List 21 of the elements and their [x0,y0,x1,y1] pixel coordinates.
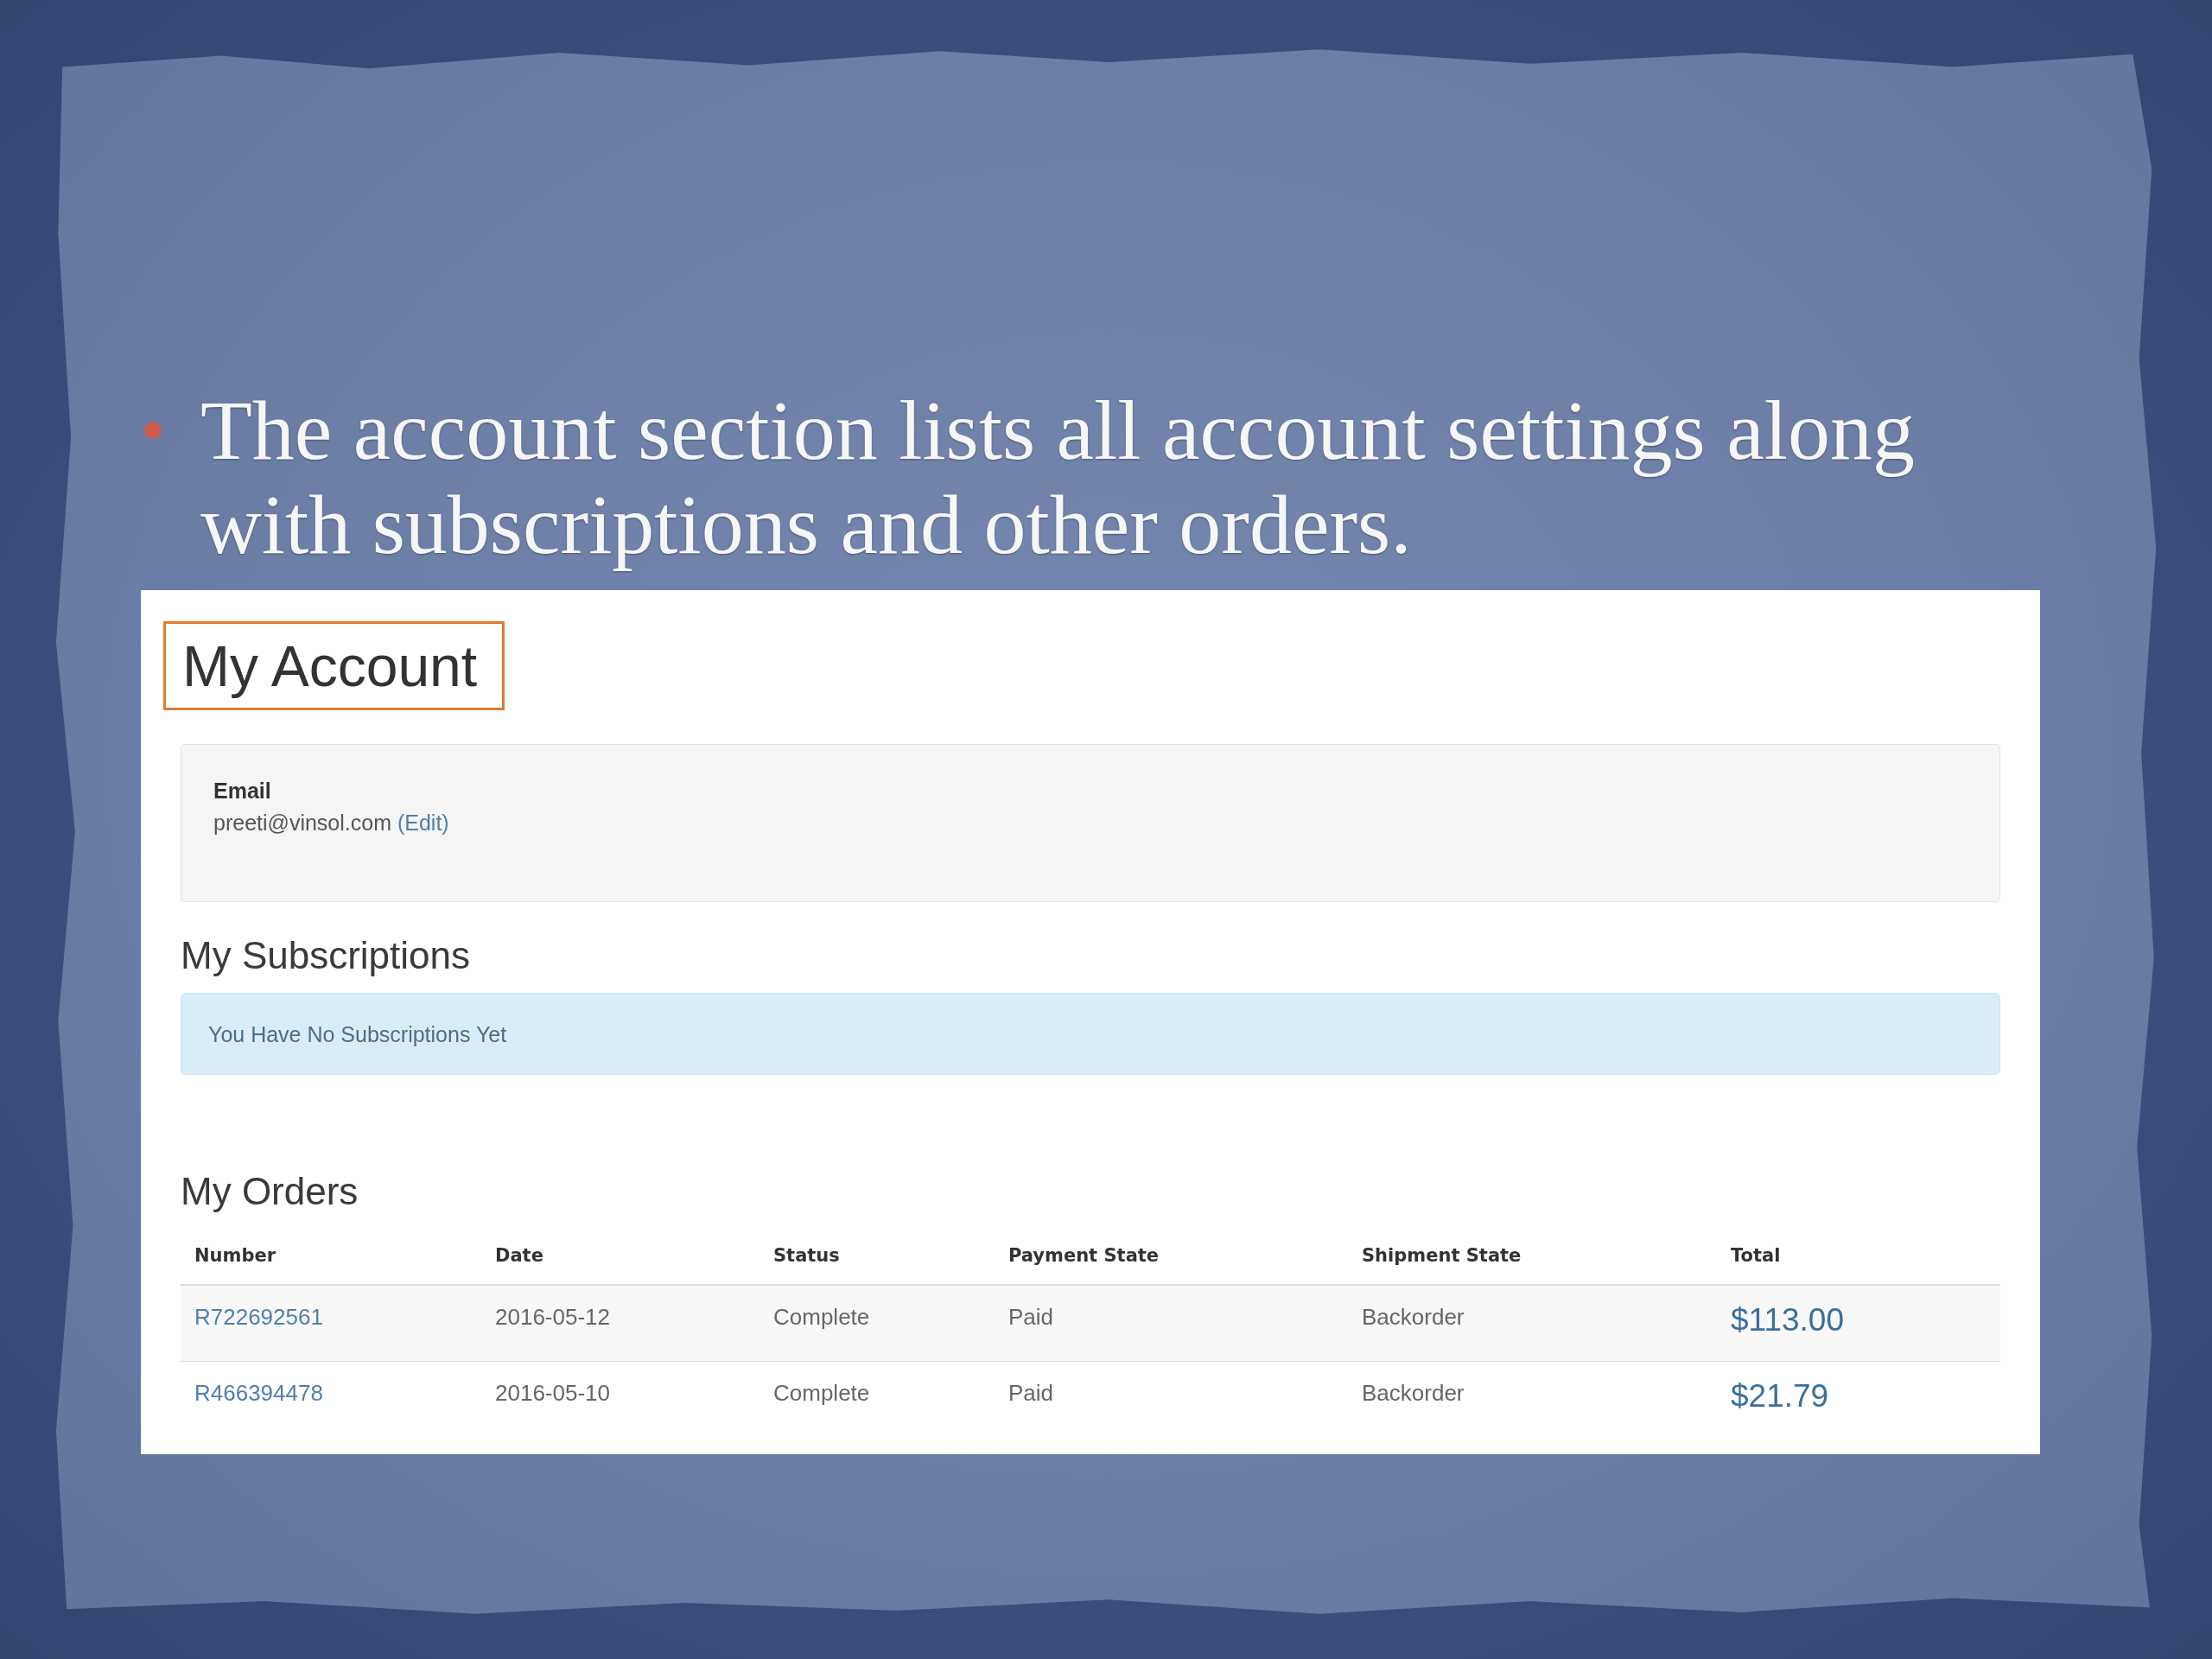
bullet-text: The account section lists all account settings along with subscriptions and other orders. [200,384,1916,572]
table-cell: Backorder [1348,1285,1717,1362]
table-cell: Backorder [1348,1361,1717,1437]
order-total: $21.79 [1717,1361,2000,1437]
order-number-link[interactable]: R466394478 [194,1380,323,1406]
section-heading: My Orders [181,1170,359,1213]
bullet-icon [144,422,162,439]
info-alert: You Have No Subscriptions Yet [181,993,2000,1075]
section-heading: My Subscriptions [181,934,470,977]
table-cell: Paid [995,1361,1348,1437]
table-cell: 2016-05-10 [481,1361,760,1437]
page-title: My Account [182,633,478,699]
table-cell: 2016-05-12 [481,1285,760,1362]
order-total: $113.00 [1717,1285,2000,1362]
edit-link[interactable]: (Edit) [397,810,449,835]
table-cell: Paid [995,1285,1348,1362]
table-cell: Complete [760,1361,995,1437]
email-label: Email [213,778,271,804]
email-address: preeti@vinsol.com [213,810,391,835]
order-number-link[interactable]: R722692561 [194,1304,323,1330]
table-cell: Complete [760,1285,995,1362]
